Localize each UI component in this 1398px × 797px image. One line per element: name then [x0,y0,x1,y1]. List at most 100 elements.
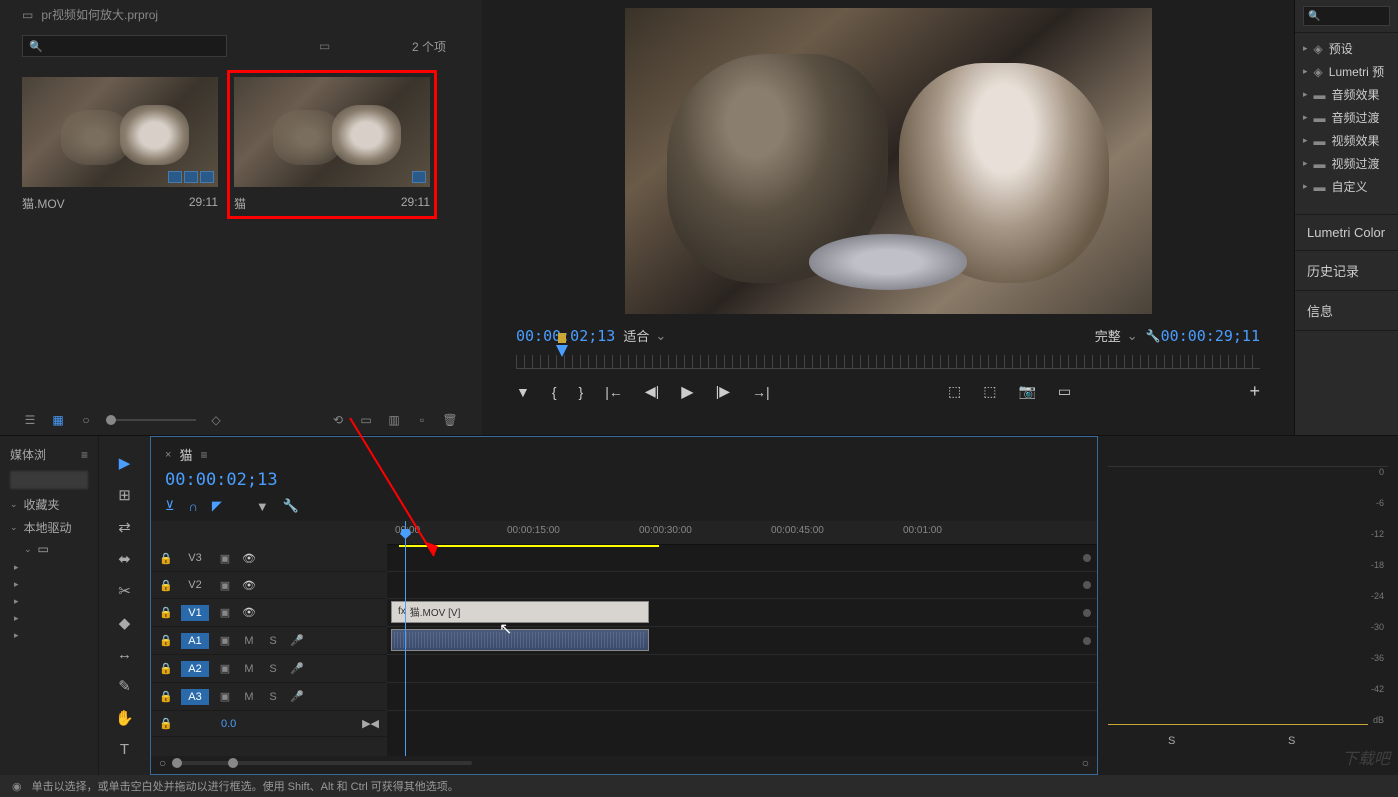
new-bin-button[interactable]: ▥ [386,412,402,428]
step-back-button[interactable]: ◀| [645,383,659,400]
voice-over-icon[interactable]: 🎤 [289,634,305,647]
effects-tree-item[interactable]: ▸▬自定义 [1295,175,1398,198]
media-browser-item[interactable]: ⌄收藏夹 [0,493,98,516]
sync-lock-icon[interactable]: ▣ [217,552,233,565]
track-lane-a3[interactable] [387,683,1097,711]
thumbnail-size-slider[interactable] [106,419,196,421]
track-select-tool[interactable]: ⊞ [118,486,131,504]
effects-tree-item[interactable]: ▸▬音频过渡 [1295,106,1398,129]
history-tab[interactable]: 历史记录 [1295,251,1398,291]
timeline-timecode[interactable]: 00:00:02;13 [151,468,1097,492]
snap-icon[interactable]: ⊻ [165,498,175,514]
effects-tree-item[interactable]: ▸◈预设 [1295,37,1398,60]
project-item-selected[interactable]: 猫 29:11 [227,70,437,219]
linked-selection-icon[interactable]: ∩ [189,499,198,514]
media-browser-subitem[interactable]: ▸ [0,610,98,627]
solo-button[interactable]: S [265,691,281,703]
panel-menu-icon[interactable]: ≡ [81,448,88,462]
solo-button[interactable]: S [265,635,281,647]
sync-lock-icon[interactable]: ▣ [217,690,233,703]
timeline-zoom-slider[interactable] [172,761,472,765]
list-view-icon[interactable]: ☰ [22,412,38,428]
track-header-a1[interactable]: 🔒 A1 ▣ M S 🎤 [151,627,387,655]
track-header-v3[interactable]: 🔒 V3 ▣ 👁 [151,545,387,572]
eye-icon[interactable]: 👁 [241,606,257,619]
freeform-view-icon[interactable]: ○ [78,412,94,428]
slip-tool[interactable]: ↔ [117,646,132,663]
sync-lock-icon[interactable]: ▣ [217,662,233,675]
pen-tool[interactable]: ✎ [118,677,131,695]
hand-tool[interactable]: ✋ [115,709,134,727]
sync-lock-icon[interactable]: ▣ [217,579,233,592]
go-to-out-button[interactable]: →| [752,384,770,400]
track-lane-v2[interactable] [387,572,1097,599]
icon-view-icon[interactable]: ▦ [50,412,66,428]
media-browser-subitem[interactable]: ▸ [0,593,98,610]
step-forward-button[interactable]: |▶ [716,383,730,400]
mute-button[interactable]: M [241,691,257,703]
eye-icon[interactable]: 👁 [241,579,257,592]
lumetri-color-tab[interactable]: Lumetri Color [1295,215,1398,251]
audio-clip[interactable] [391,629,649,651]
collapse-icon[interactable]: ▶◀ [362,717,379,730]
voice-over-icon[interactable]: 🎤 [289,690,305,703]
timeline-playhead[interactable] [405,521,406,756]
play-button[interactable]: ▶ [681,382,693,402]
lock-icon[interactable]: 🔒 [159,634,173,647]
track-header-master[interactable]: 🔒 0.0 ▶◀ [151,711,387,737]
export-frame-button[interactable]: 📷 [1018,383,1035,400]
new-item-button[interactable]: ▫ [414,412,430,428]
sort-icon[interactable]: ◇ [208,412,224,428]
go-to-in-button[interactable]: |← [605,384,623,400]
lock-icon[interactable]: 🔒 [159,717,173,730]
track-header-v1[interactable]: 🔒 V1 ▣ 👁 [151,599,387,627]
effects-tree-item[interactable]: ▸▬视频效果 [1295,129,1398,152]
delete-icon[interactable]: 🗑 [442,412,458,428]
lock-icon[interactable]: 🔒 [159,606,173,619]
track-header-v2[interactable]: 🔒 V2 ▣ 👁 [151,572,387,599]
ripple-edit-tool[interactable]: ⇄ [118,518,131,536]
track-header-a2[interactable]: 🔒 A2 ▣ M S 🎤 [151,655,387,683]
add-marker-button[interactable]: ▼ [516,384,530,400]
lock-icon[interactable]: 🔒 [159,662,173,675]
lock-icon[interactable]: 🔒 [159,579,173,592]
button-editor-icon[interactable]: + [1250,381,1261,402]
track-header-a3[interactable]: 🔒 A3 ▣ M S 🎤 [151,683,387,711]
media-browser-item[interactable]: ⌄本地驱动 [0,516,98,539]
timeline-marker-icon[interactable]: ▼ [256,499,269,514]
effects-tree-item[interactable]: ▸▬视频过渡 [1295,152,1398,175]
quality-dropdown[interactable]: 完整 [1087,324,1146,347]
mark-out-button[interactable]: } [579,384,584,400]
razor-tool[interactable]: ◆ [119,614,131,632]
mute-button[interactable]: M [241,635,257,647]
extract-button[interactable]: ⬚ [983,383,996,400]
eye-icon[interactable]: 👁 [241,552,257,565]
effects-search-input[interactable]: 🔍 [1303,6,1390,26]
selection-tool[interactable]: ▶ [119,454,131,472]
close-icon[interactable]: × [165,449,171,461]
track-lane-a1[interactable] [387,627,1097,655]
time-ruler[interactable]: 00:00 00:00:15:00 00:00:30:00 00:00:45:0… [387,521,1097,545]
sync-lock-icon[interactable]: ▣ [217,634,233,647]
settings-icon[interactable]: 🔧 [1146,329,1161,343]
track-lane-v1[interactable]: fx猫.MOV [V] [387,599,1097,627]
mute-button[interactable]: M [241,663,257,675]
type-tool[interactable]: T [120,741,129,758]
timeline-track-area[interactable]: 00:00 00:00:15:00 00:00:30:00 00:00:45:0… [387,521,1097,756]
add-marker-icon[interactable]: ◤ [212,498,222,514]
rate-stretch-tool[interactable]: ✂ [118,582,131,600]
sequence-menu-icon[interactable]: ≡ [200,448,207,462]
voice-over-icon[interactable]: 🎤 [289,662,305,675]
mark-in-button[interactable]: { [552,384,557,400]
auto-sequence-icon[interactable]: ⟲ [330,412,346,428]
solo-indicator[interactable]: S [1288,735,1295,747]
project-item[interactable]: 猫.MOV 29:11 [22,77,218,212]
media-browser-subitem[interactable]: ▸ [0,627,98,644]
timeline-settings-icon[interactable]: 🔧 [283,498,299,514]
track-lane-a2[interactable] [387,655,1097,683]
comparison-view-button[interactable]: ▭ [1058,383,1071,400]
solo-button[interactable]: S [265,663,281,675]
video-clip[interactable]: fx猫.MOV [V] [391,601,649,623]
lock-icon[interactable]: 🔒 [159,552,173,565]
lift-button[interactable]: ⬚ [948,383,961,400]
